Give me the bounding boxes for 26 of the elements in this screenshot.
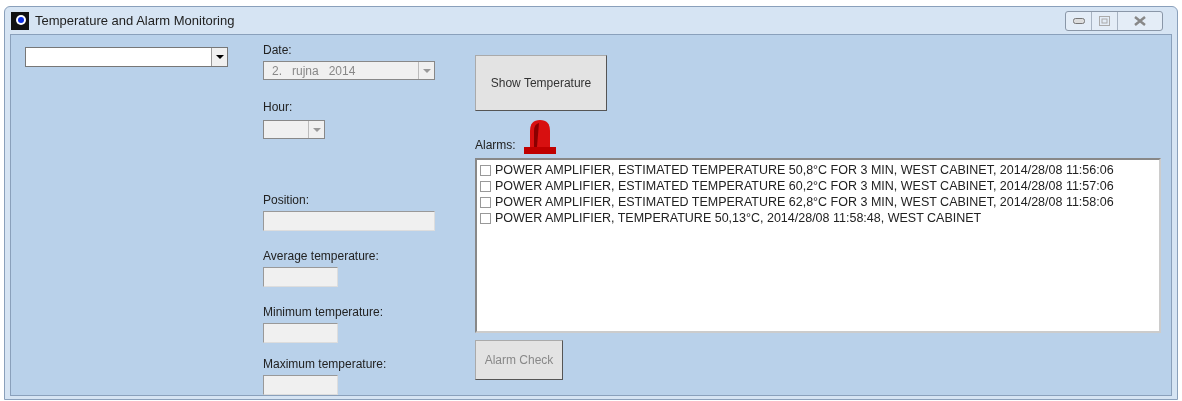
alarms-label: Alarms: bbox=[475, 137, 516, 154]
selector-dropdown[interactable] bbox=[25, 47, 228, 67]
field-label: Average temperature: bbox=[263, 249, 380, 263]
alarm-checkbox[interactable] bbox=[480, 196, 491, 208]
alarm-list[interactable] bbox=[475, 158, 1161, 333]
hour-label: Hour: bbox=[263, 100, 294, 114]
text-field[interactable] bbox=[263, 323, 338, 343]
field-label: Position: bbox=[263, 193, 311, 207]
dropdown-arrow-icon bbox=[422, 68, 431, 73]
alarm-checkbox[interactable] bbox=[480, 180, 491, 192]
alarm-checkbox[interactable] bbox=[480, 212, 491, 224]
alarm-checkbox[interactable] bbox=[480, 164, 491, 176]
text-field[interactable] bbox=[263, 211, 435, 231]
text-field[interactable] bbox=[263, 267, 338, 287]
maximize-icon bbox=[1099, 15, 1110, 26]
show-temperature-button[interactable]: Show Temperature bbox=[475, 55, 607, 111]
field-label: Minimum temperature: bbox=[263, 305, 385, 319]
dropdown-arrow-icon bbox=[215, 55, 224, 59]
field-label: Maximum temperature: bbox=[263, 357, 388, 371]
window-title: Temperature and Alarm Monitoring bbox=[35, 11, 235, 30]
date-label: Date: bbox=[263, 43, 293, 57]
text-field[interactable] bbox=[263, 375, 338, 395]
dropdown-arrow-icon bbox=[312, 127, 321, 132]
app-icon bbox=[11, 11, 29, 30]
close-icon bbox=[1134, 15, 1146, 26]
minimize-icon bbox=[1072, 17, 1085, 24]
